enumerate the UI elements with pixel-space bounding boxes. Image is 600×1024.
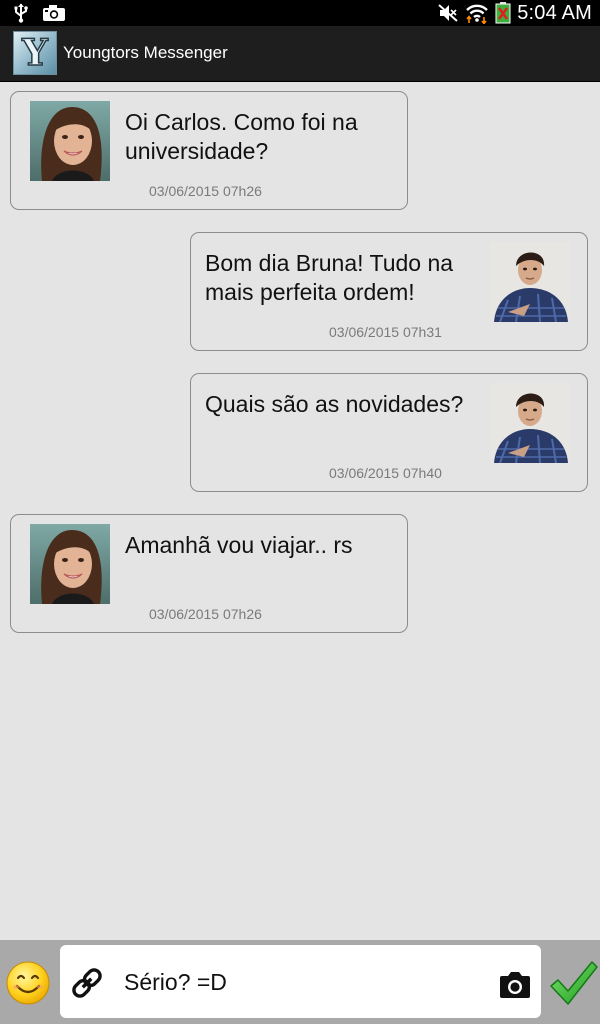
message-input[interactable] bbox=[122, 961, 486, 1003]
composer-bar bbox=[0, 940, 600, 1024]
wifi-icon bbox=[465, 2, 489, 24]
action-bar: Y Youngtors Messenger bbox=[0, 26, 600, 82]
clock: 5:04 AM bbox=[517, 1, 592, 24]
link-icon[interactable] bbox=[70, 966, 104, 1000]
message-bubble-received[interactable]: Oi Carlos. Como foi na universidade? 03/… bbox=[10, 91, 408, 210]
message-timestamp: 03/06/2015 07h26 bbox=[149, 606, 262, 622]
checkmark-send-icon[interactable] bbox=[548, 958, 598, 1008]
message-text: Amanhã vou viajar.. rs bbox=[125, 532, 353, 558]
avatar-carlos bbox=[490, 383, 570, 463]
avatar-bruna bbox=[30, 101, 110, 181]
message-timestamp: 03/06/2015 07h31 bbox=[329, 324, 442, 340]
camera-notification-icon bbox=[42, 4, 66, 22]
message-input-box[interactable] bbox=[60, 945, 541, 1018]
smiley-emoji-icon[interactable] bbox=[5, 960, 51, 1006]
message-text: Quais são as novidades? bbox=[205, 391, 464, 417]
usb-icon bbox=[12, 3, 30, 23]
avatar-carlos bbox=[490, 242, 570, 322]
camera-icon[interactable] bbox=[498, 970, 532, 1000]
mute-icon bbox=[437, 3, 459, 23]
app-logo[interactable]: Y bbox=[13, 31, 57, 75]
message-bubble-sent[interactable]: Quais são as novidades? 03/06/2015 07h40 bbox=[190, 373, 588, 492]
message-text: Bom dia Bruna! Tudo na mais perfeita ord… bbox=[205, 250, 454, 305]
message-bubble-received[interactable]: Amanhã vou viajar.. rs 03/06/2015 07h26 bbox=[10, 514, 408, 633]
message-bubble-sent[interactable]: Bom dia Bruna! Tudo na mais perfeita ord… bbox=[190, 232, 588, 351]
message-timestamp: 03/06/2015 07h26 bbox=[149, 183, 262, 199]
status-bar: 5:04 AM bbox=[0, 0, 600, 26]
battery-icon bbox=[495, 2, 511, 24]
app-logo-letter: Y bbox=[21, 32, 48, 74]
avatar-bruna bbox=[30, 524, 110, 604]
app-title: Youngtors Messenger bbox=[63, 43, 228, 62]
message-timestamp: 03/06/2015 07h40 bbox=[329, 465, 442, 481]
message-text: Oi Carlos. Como foi na universidade? bbox=[125, 109, 358, 164]
